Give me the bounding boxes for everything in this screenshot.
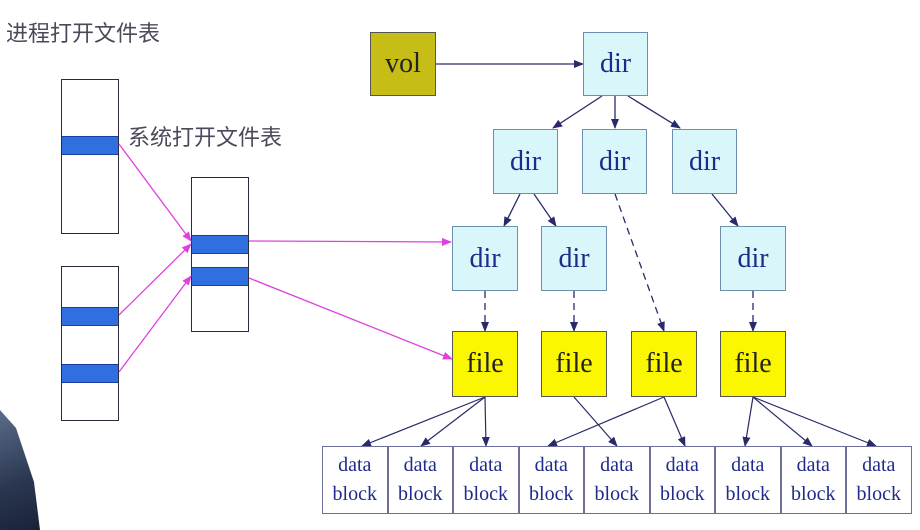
data-block-9: data block bbox=[846, 446, 912, 514]
dir-node-l2-1: dir bbox=[493, 129, 558, 194]
data-block-text: block bbox=[398, 483, 443, 505]
data-block-text: block bbox=[725, 483, 770, 505]
data-block-6: data block bbox=[649, 446, 715, 514]
process-to-system-pointers bbox=[118, 143, 192, 373]
data-block-text: data bbox=[731, 454, 765, 476]
vol-node: vol bbox=[370, 32, 436, 96]
dir-node-l3-1: dir bbox=[452, 226, 518, 291]
root-dir-node: dir bbox=[583, 32, 648, 96]
data-block-text: block bbox=[660, 483, 705, 505]
file-node-4: file bbox=[720, 331, 786, 397]
dir-node-l2-2: dir bbox=[582, 129, 647, 194]
data-block-text: data bbox=[796, 454, 830, 476]
data-block-1: data block bbox=[322, 446, 388, 514]
data-block-7: data block bbox=[715, 446, 781, 514]
data-block-text: data bbox=[469, 454, 503, 476]
file-node-3: file bbox=[631, 331, 697, 397]
data-block-3: data block bbox=[453, 446, 519, 514]
data-block-text: block bbox=[791, 483, 836, 505]
data-block-text: block bbox=[856, 483, 901, 505]
data-block-text: block bbox=[463, 483, 508, 505]
file-to-block-edges bbox=[361, 396, 877, 447]
data-block-5: data block bbox=[584, 446, 650, 514]
file-node-2: file bbox=[541, 331, 607, 397]
data-block-text: block bbox=[332, 483, 377, 505]
dir-node-l2-3: dir bbox=[672, 129, 737, 194]
data-block-4: data block bbox=[518, 446, 584, 514]
data-block-text: data bbox=[534, 454, 568, 476]
data-block-text: data bbox=[338, 454, 372, 476]
data-block-text: data bbox=[600, 454, 634, 476]
dashed-links bbox=[481, 193, 757, 332]
data-block-2: data block bbox=[387, 446, 453, 514]
file-node-1: file bbox=[452, 331, 518, 397]
data-block-text: data bbox=[665, 454, 699, 476]
dir-node-l3-3: dir bbox=[720, 226, 786, 291]
data-block-8: data block bbox=[780, 446, 846, 514]
data-block-text: block bbox=[594, 483, 639, 505]
data-block-text: data bbox=[862, 454, 896, 476]
data-block-text: block bbox=[529, 483, 574, 505]
system-to-tree-pointers bbox=[248, 237, 453, 360]
data-block-text: data bbox=[403, 454, 437, 476]
dir-node-l3-2: dir bbox=[541, 226, 607, 291]
